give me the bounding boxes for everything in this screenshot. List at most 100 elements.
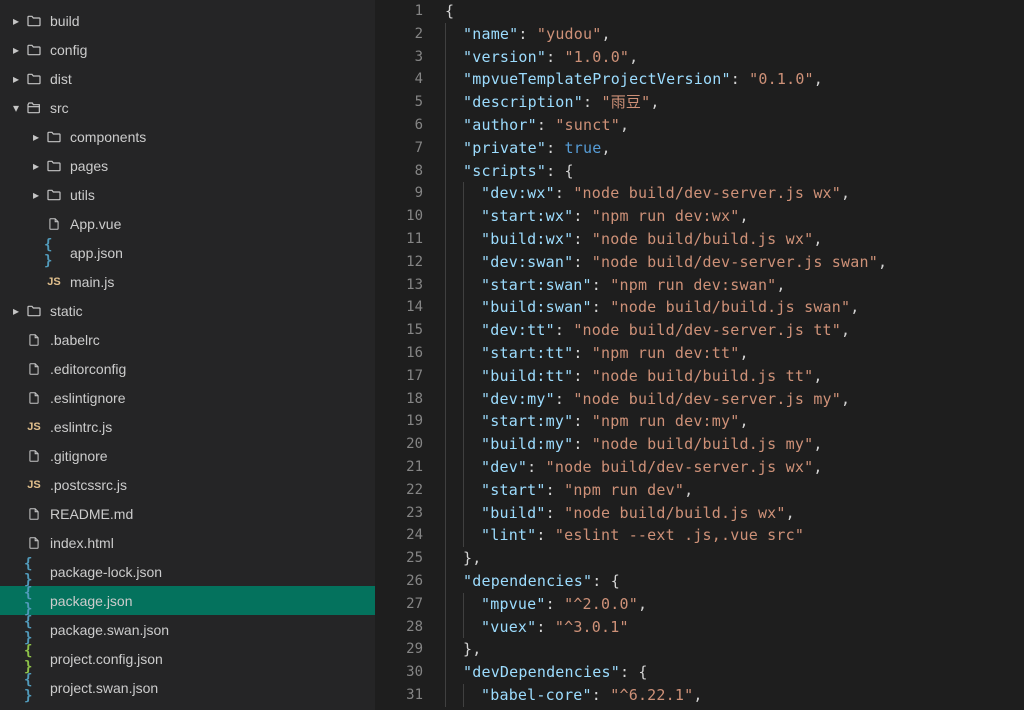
file-item-app-vue[interactable]: App.vue [0,209,375,238]
code-line[interactable]: "dev:swan": "node build/dev-server.js sw… [445,251,1024,274]
code-line[interactable]: "babel-core": "^6.22.1", [445,684,1024,707]
code-line[interactable]: "devDependencies": { [445,661,1024,684]
code-line[interactable]: "scripts": { [445,160,1024,183]
line-number: 11 [375,228,445,251]
code-line[interactable]: "start:swan": "npm run dev:swan", [445,274,1024,297]
folder-item-static[interactable]: ▸static [0,296,375,325]
chevron-right-icon[interactable]: ▸ [28,188,44,202]
code-line[interactable]: "private": true, [445,137,1024,160]
item-label: package-lock.json [50,564,162,580]
file-item-main-js[interactable]: JSmain.js [0,267,375,296]
token-str: "npm run dev:swan" [610,274,776,297]
token-punc: }, [463,638,481,661]
code-line[interactable]: "build:swan": "node build/build.js swan"… [445,296,1024,319]
file-item--editorconfig[interactable]: .editorconfig [0,354,375,383]
chevron-right-icon[interactable]: ▸ [8,43,24,57]
code-line[interactable]: "build:my": "node build/build.js my", [445,433,1024,456]
code-line[interactable]: "build:tt": "node build/build.js tt", [445,365,1024,388]
token-punc: : { [546,160,574,183]
chevron-right-icon[interactable]: ▸ [28,130,44,144]
folder-item-components[interactable]: ▸components [0,122,375,151]
chevron-right-icon[interactable]: ▸ [8,72,24,86]
code-line[interactable]: "version": "1.0.0", [445,46,1024,69]
chevron-right-icon[interactable]: ▸ [28,159,44,173]
file-item-project-config-json[interactable]: { }project.config.json [0,644,375,673]
code-line[interactable]: "start:my": "npm run dev:my", [445,410,1024,433]
file-item-project-swan-json[interactable]: { }project.swan.json [0,673,375,702]
code-line[interactable]: "build:wx": "node build/build.js wx", [445,228,1024,251]
file-item--postcssrc-js[interactable]: JS.postcssrc.js [0,470,375,499]
token-key: "dev:swan" [481,251,573,274]
code-line[interactable]: "build": "node build/build.js wx", [445,502,1024,525]
token-punc: : [546,479,564,502]
indent-guide [445,547,463,570]
line-number-gutter: 1234567891011121314151617181920212223242… [375,0,445,710]
item-label: config [50,42,87,58]
file-item-app-json[interactable]: { }app.json [0,238,375,267]
item-label: .eslintrc.js [50,419,112,435]
folder-item-dist[interactable]: ▸dist [0,64,375,93]
code-line[interactable]: "dependencies": { [445,570,1024,593]
line-number: 4 [375,68,445,91]
indent-guide [445,296,463,319]
token-punc: , [601,23,610,46]
token-punc: : [546,137,564,160]
folder-item-src[interactable]: ▾src [0,93,375,122]
code-line[interactable]: }, [445,547,1024,570]
code-line[interactable]: "dev:tt": "node build/dev-server.js tt", [445,319,1024,342]
token-punc: : [592,296,610,319]
file-item-package-lock-json[interactable]: { }package-lock.json [0,557,375,586]
folder-item-config[interactable]: ▸ config [0,35,375,64]
code-line[interactable]: }, [445,638,1024,661]
token-str: "node build/build.js wx" [564,502,786,525]
file-item-package-json[interactable]: { }package.json [0,586,375,615]
token-punc: , [841,388,850,411]
token-str: "node build/build.js tt" [592,365,814,388]
code-line[interactable]: "start": "npm run dev", [445,479,1024,502]
indent-guide [463,296,481,319]
file-item--gitignore[interactable]: .gitignore [0,441,375,470]
token-punc: : [573,365,591,388]
file-explorer-sidebar[interactable]: ▸build▸config▸dist▾src▸components▸pages▸… [0,0,375,710]
file-item--eslintrc-js[interactable]: JS.eslintrc.js [0,412,375,441]
code-line[interactable]: { [445,0,1024,23]
code-line[interactable]: "start:tt": "npm run dev:tt", [445,342,1024,365]
chevron-right-icon[interactable]: ▸ [8,14,24,28]
code-line[interactable]: "mpvue": "^2.0.0", [445,593,1024,616]
file-item-readme-md[interactable]: README.md [0,499,375,528]
file-item-index-html[interactable]: index.html [0,528,375,557]
code-line[interactable]: "mpvueTemplateProjectVersion": "0.1.0", [445,68,1024,91]
token-punc: : [573,342,591,365]
code-line[interactable]: "author": "sunct", [445,114,1024,137]
code-line[interactable]: "lint": "eslint --ext .js,.vue src" [445,524,1024,547]
code-line[interactable]: "name": "yudou", [445,23,1024,46]
code-line[interactable]: "dev:wx": "node build/dev-server.js wx", [445,182,1024,205]
code-line[interactable]: "dev": "node build/dev-server.js wx", [445,456,1024,479]
file-item--eslintignore[interactable]: .eslintignore [0,383,375,412]
indent-guide [445,661,463,684]
indent-guide [445,410,463,433]
folder-item-utils[interactable]: ▸utils [0,180,375,209]
code-line[interactable]: "description": "雨豆", [445,91,1024,114]
code-content[interactable]: {"name": "yudou","version": "1.0.0","mpv… [445,0,1024,710]
folder-item-build[interactable]: ▸build [0,6,375,35]
chevron-right-icon[interactable]: ▸ [8,304,24,318]
code-editor[interactable]: 1234567891011121314151617181920212223242… [375,0,1024,710]
folder-item-pages[interactable]: ▸pages [0,151,375,180]
file-item-package-swan-json[interactable]: { }package.swan.json [0,615,375,644]
file-item--babelrc[interactable]: .babelrc [0,325,375,354]
indent-guide [463,319,481,342]
line-number: 6 [375,114,445,137]
code-line[interactable]: "start:wx": "npm run dev:wx", [445,205,1024,228]
line-number: 31 [375,684,445,707]
indent-guide [463,228,481,251]
chevron-down-icon[interactable]: ▾ [8,101,24,115]
token-punc: : [527,456,545,479]
token-key: "description" [463,91,583,114]
line-number: 3 [375,46,445,69]
token-punc: : [555,182,573,205]
line-number: 9 [375,182,445,205]
code-line[interactable]: "dev:my": "node build/dev-server.js my", [445,388,1024,411]
item-label: main.js [70,274,114,290]
code-line[interactable]: "vuex": "^3.0.1" [445,616,1024,639]
